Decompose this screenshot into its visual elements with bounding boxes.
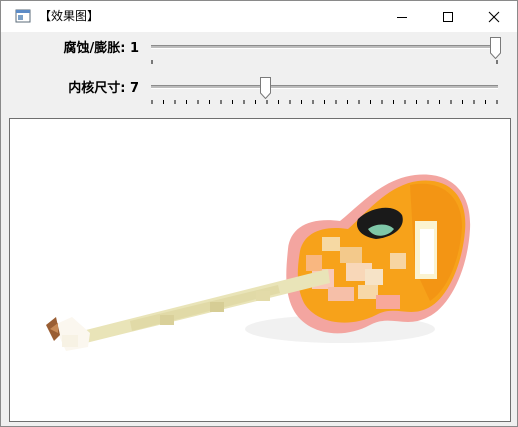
minimize-button[interactable] bbox=[379, 1, 425, 32]
guitar-image bbox=[46, 174, 471, 351]
trackbar-erode-dilate: 腐蚀/膨胀: 1 bbox=[1, 33, 517, 73]
trackbar-kernel-size-thumb[interactable] bbox=[260, 77, 271, 99]
trackbar-kernel-size-ticks bbox=[151, 100, 498, 104]
trackbar-kernel-size-track[interactable] bbox=[151, 85, 498, 89]
trackbar-erode-dilate-label: 腐蚀/膨胀: 1 bbox=[63, 41, 139, 56]
minimize-icon bbox=[397, 16, 407, 18]
title-bar[interactable]: 【效果图】 bbox=[1, 1, 517, 32]
trackbar-erode-dilate-track[interactable] bbox=[151, 45, 498, 49]
trackbar-kernel-size: 内核尺寸: 7 bbox=[1, 73, 517, 113]
maximize-button[interactable] bbox=[425, 1, 471, 32]
trackbar-erode-dilate-thumb[interactable] bbox=[490, 37, 501, 59]
maximize-icon bbox=[443, 11, 453, 22]
window-title: 【效果图】 bbox=[39, 9, 100, 23]
trackbar-kernel-size-label: 内核尺寸: 7 bbox=[68, 81, 139, 96]
trackbar-erode-dilate-ticks bbox=[151, 60, 498, 64]
result-image-canvas bbox=[9, 118, 511, 422]
app-window: 【效果图】 腐蚀/膨胀: 1 内核尺寸: 7 bbox=[0, 0, 518, 427]
close-icon bbox=[488, 11, 500, 22]
app-window-icon bbox=[15, 9, 31, 23]
close-button[interactable] bbox=[471, 1, 517, 32]
